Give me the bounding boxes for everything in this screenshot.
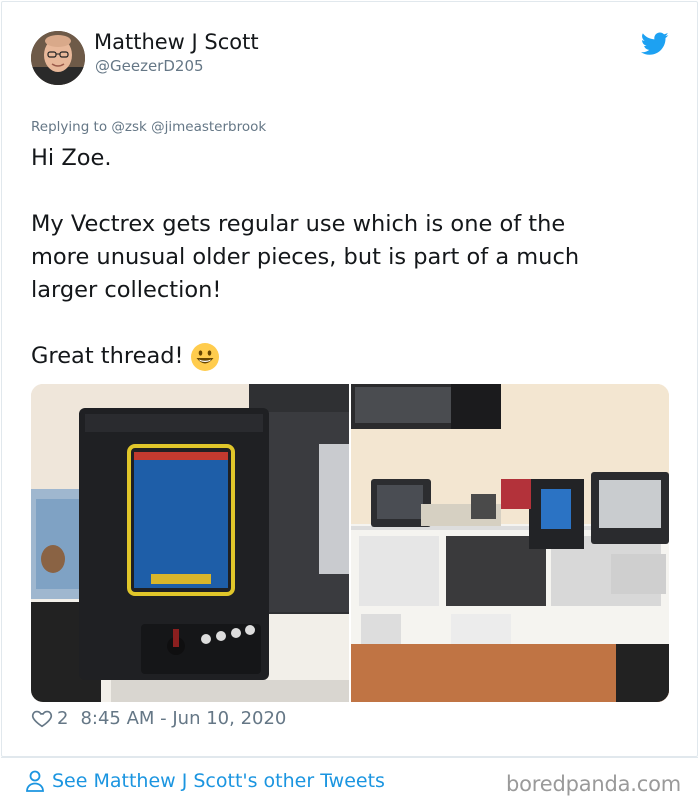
replying-to[interactable]: Replying to @zsk @jimeasterbrook (31, 119, 266, 135)
avatar[interactable] (31, 31, 85, 85)
author-name[interactable]: Matthew J Scott (94, 30, 259, 54)
like-count[interactable]: 2 (57, 708, 68, 729)
media-gallery[interactable] (31, 384, 669, 702)
tweet-meta: 2 8:45 AM - Jun 10, 2020 (31, 707, 286, 729)
closing-line: Great thread! (31, 340, 651, 373)
greeting-line: Hi Zoe. (31, 145, 112, 171)
see-other-tweets-label[interactable]: See Matthew J Scott's other Tweets (52, 770, 385, 792)
vectrex-photo[interactable] (31, 384, 349, 702)
closing-text: Great thread! (31, 343, 184, 369)
heart-icon[interactable] (31, 707, 53, 729)
text-line: more unusual older pieces, but is part o… (31, 244, 580, 270)
collection-photo[interactable] (351, 384, 669, 702)
timestamp[interactable]: 8:45 AM - Jun 10, 2020 (80, 708, 286, 729)
text-line: larger collection! (31, 277, 222, 303)
watermark: boredpanda.com (506, 772, 682, 796)
divider (1, 757, 698, 758)
tweet-text: Hi Zoe. My Vectrex gets regular use whic… (31, 142, 651, 373)
grinning-face-emoji (190, 342, 219, 371)
twitter-bird-icon[interactable] (641, 32, 669, 56)
author-handle[interactable]: @GeezerD205 (95, 57, 204, 75)
person-icon (26, 770, 44, 792)
see-other-tweets-link[interactable]: See Matthew J Scott's other Tweets (25, 770, 385, 792)
text-line: My Vectrex gets regular use which is one… (31, 211, 566, 237)
